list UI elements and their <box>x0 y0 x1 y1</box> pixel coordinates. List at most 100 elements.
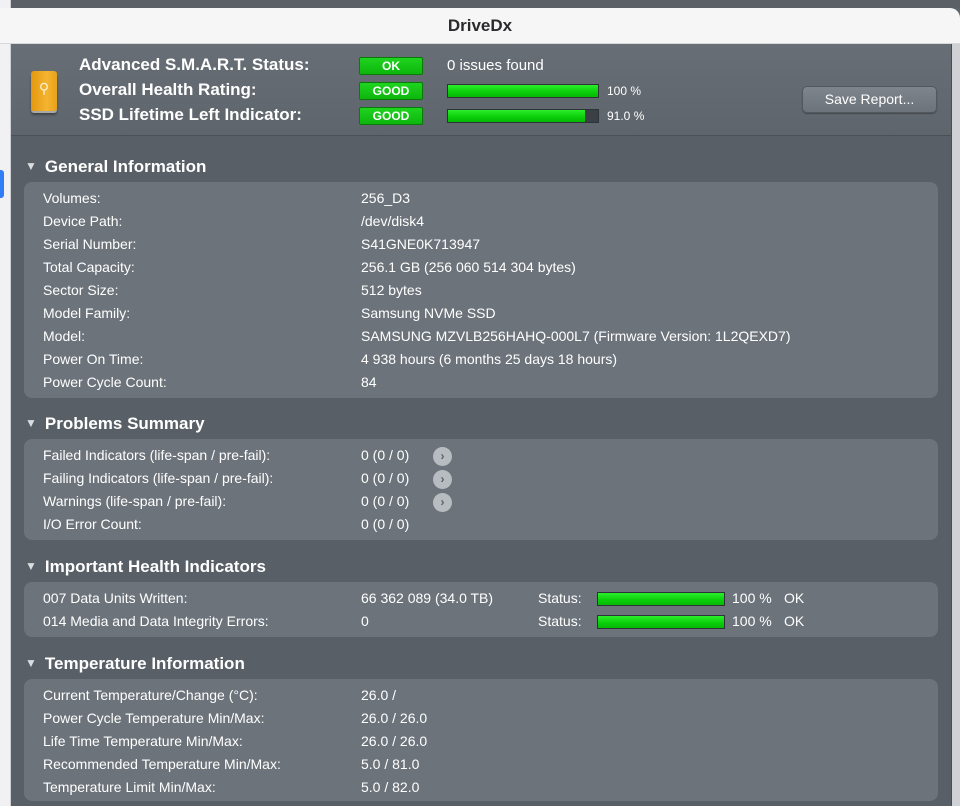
info-row: Power On Time: 4 938 hours (6 months 25 d… <box>24 349 938 371</box>
indicator-percent: 100 % <box>732 590 772 606</box>
temperature-row: Current Temperature/Change (°C): 26.0 / <box>24 685 938 707</box>
info-row: Model Family: Samsung NVMe SSD <box>24 303 938 325</box>
temperature-label: Recommended Temperature Min/Max: <box>43 756 281 772</box>
temperature-label: Current Temperature/Change (°C): <box>43 687 258 703</box>
window-right-edge <box>952 44 960 806</box>
problem-value: 0 (0 / 0) <box>361 447 410 463</box>
info-row: Volumes: 256_D3 <box>24 188 938 210</box>
status-label: Status: <box>538 613 582 629</box>
summary-header: ⚲ Advanced S.M.A.R.T. Status: OK 0 issue… <box>11 44 951 136</box>
info-value: 512 bytes <box>361 282 422 298</box>
info-label: Model: <box>43 328 86 344</box>
info-row: Sector Size: 512 bytes <box>24 280 938 302</box>
info-row: Total Capacity: 256.1 GB (256 060 514 304… <box>24 257 938 279</box>
disclosure-triangle-icon[interactable]: ▼ <box>25 559 37 573</box>
problem-label: Failing Indicators (life-span / pre-fail… <box>43 470 274 486</box>
problem-value: 0 (0 / 0) <box>361 516 410 532</box>
window-title: DriveDx <box>447 16 513 35</box>
temperature-row: Life Time Temperature Min/Max: 26.0 / 26.… <box>24 731 938 753</box>
info-value: 256_D3 <box>361 190 411 206</box>
title-bar[interactable]: DriveDx <box>0 8 960 44</box>
general-info-title: General Information <box>44 157 207 176</box>
health-rating-percent: 100 % <box>607 84 642 98</box>
problems-summary-title: Problems Summary <box>44 414 205 433</box>
health-rating-badge: GOOD <box>359 82 423 100</box>
info-label: Sector Size: <box>43 282 119 298</box>
temperature-info-header[interactable]: ▼ Temperature Information <box>25 654 245 676</box>
lifetime-bar-fill <box>448 110 585 122</box>
selection-accent <box>0 170 4 198</box>
health-indicators-header[interactable]: ▼ Important Health Indicators <box>25 557 266 579</box>
smart-status-badge: OK <box>359 57 423 75</box>
info-label: Volumes: <box>43 190 101 206</box>
problem-row: Failing Indicators (life-span / pre-fail… <box>24 468 938 490</box>
problem-value: 0 (0 / 0) <box>361 470 410 486</box>
lifetime-badge: GOOD <box>359 107 423 125</box>
lifetime-bar <box>447 109 599 123</box>
temperature-label: Power Cycle Temperature Min/Max: <box>43 710 265 726</box>
desktop-background <box>0 0 960 8</box>
info-row: Model: SAMSUNG MZVLB256HAHQ-000L7 (Firmwa… <box>24 326 938 348</box>
indicator-row: 007 Data Units Written: 66 362 089 (34.0… <box>24 588 938 610</box>
temperature-value: 26.0 / <box>361 687 397 703</box>
disclosure-triangle-icon[interactable]: ▼ <box>25 656 37 670</box>
background-window-edge <box>0 0 11 806</box>
health-indicators-title: Important Health Indicators <box>44 557 266 576</box>
info-value: 4 938 hours (6 months 25 days 18 hours) <box>361 351 618 367</box>
problem-row: I/O Error Count: 0 (0 / 0) <box>24 514 938 536</box>
issues-text: 0 issues found <box>447 57 544 74</box>
indicator-label: 014 Media and Data Integrity Errors: <box>43 613 269 629</box>
lifetime-percent: 91.0 % <box>607 109 645 123</box>
temperature-row: Power Cycle Temperature Min/Max: 26.0 / 2… <box>24 708 938 730</box>
general-info-panel: Volumes: 256_D3 Device Path: /dev/disk4 Se… <box>24 182 938 398</box>
disclosure-triangle-icon[interactable]: ▼ <box>25 159 37 173</box>
drivedx-window: DriveDx ⚲ Advanced S.M.A.R.T. Status: OK… <box>0 8 960 806</box>
problems-summary-panel: Failed Indicators (life-span / pre-fail)… <box>24 439 938 540</box>
problems-summary-header[interactable]: ▼ Problems Summary <box>25 414 205 436</box>
info-label: Power Cycle Count: <box>43 374 167 390</box>
indicator-bar-fill <box>598 616 724 628</box>
drive-icon: ⚲ <box>31 71 57 111</box>
indicator-bar <box>597 615 725 629</box>
info-value: SAMSUNG MZVLB256HAHQ-000L7 (Firmware Ver… <box>361 328 791 344</box>
health-rating-label: Overall Health Rating: <box>79 80 257 99</box>
problem-label: Warnings (life-span / pre-fail): <box>43 493 227 509</box>
info-value: S41GNE0K713947 <box>361 236 481 252</box>
temperature-value: 5.0 / 81.0 <box>361 756 420 772</box>
indicator-bar-fill <box>598 593 724 605</box>
save-report-button[interactable]: Save Report... <box>802 86 937 113</box>
info-row: Device Path: /dev/disk4 <box>24 211 938 233</box>
disclosure-triangle-icon[interactable]: ▼ <box>25 416 37 430</box>
info-value: 84 <box>361 374 377 390</box>
problem-label: I/O Error Count: <box>43 516 142 532</box>
problem-value: 0 (0 / 0) <box>361 493 410 509</box>
general-info-header[interactable]: ▼ General Information <box>25 157 206 179</box>
smart-status-label: Advanced S.M.A.R.T. Status: <box>79 55 310 74</box>
lifetime-label: SSD Lifetime Left Indicator: <box>79 105 302 124</box>
info-label: Serial Number: <box>43 236 137 252</box>
info-label: Model Family: <box>43 305 131 321</box>
problem-row: Failed Indicators (life-span / pre-fail)… <box>24 445 938 467</box>
info-label: Total Capacity: <box>43 259 135 275</box>
health-rating-bar <box>447 84 599 98</box>
info-value: Samsung NVMe SSD <box>361 305 496 321</box>
status-label: Status: <box>538 590 582 606</box>
health-indicators-panel: 007 Data Units Written: 66 362 089 (34.0… <box>24 582 938 637</box>
health-rating-bar-fill <box>448 85 598 97</box>
details-arrow-icon[interactable]: › <box>433 493 452 512</box>
info-row: Power Cycle Count: 84 <box>24 372 938 394</box>
info-label: Device Path: <box>43 213 123 229</box>
problem-row: Warnings (life-span / pre-fail): 0 (0 / 0… <box>24 491 938 513</box>
indicator-state: OK <box>784 590 805 606</box>
info-value: 256.1 GB (256 060 514 304 bytes) <box>361 259 576 275</box>
problem-label: Failed Indicators (life-span / pre-fail)… <box>43 447 271 463</box>
details-arrow-icon[interactable]: › <box>433 447 452 466</box>
info-row: Serial Number: S41GNE0K713947 <box>24 234 938 256</box>
indicator-value: 0 <box>361 613 369 629</box>
indicator-row: 014 Media and Data Integrity Errors: 0 S… <box>24 611 938 633</box>
info-label: Power On Time: <box>43 351 144 367</box>
indicator-percent: 100 % <box>732 613 772 629</box>
details-arrow-icon[interactable]: › <box>433 470 452 489</box>
window-content: ⚲ Advanced S.M.A.R.T. Status: OK 0 issue… <box>11 44 952 806</box>
info-value: /dev/disk4 <box>361 213 425 229</box>
